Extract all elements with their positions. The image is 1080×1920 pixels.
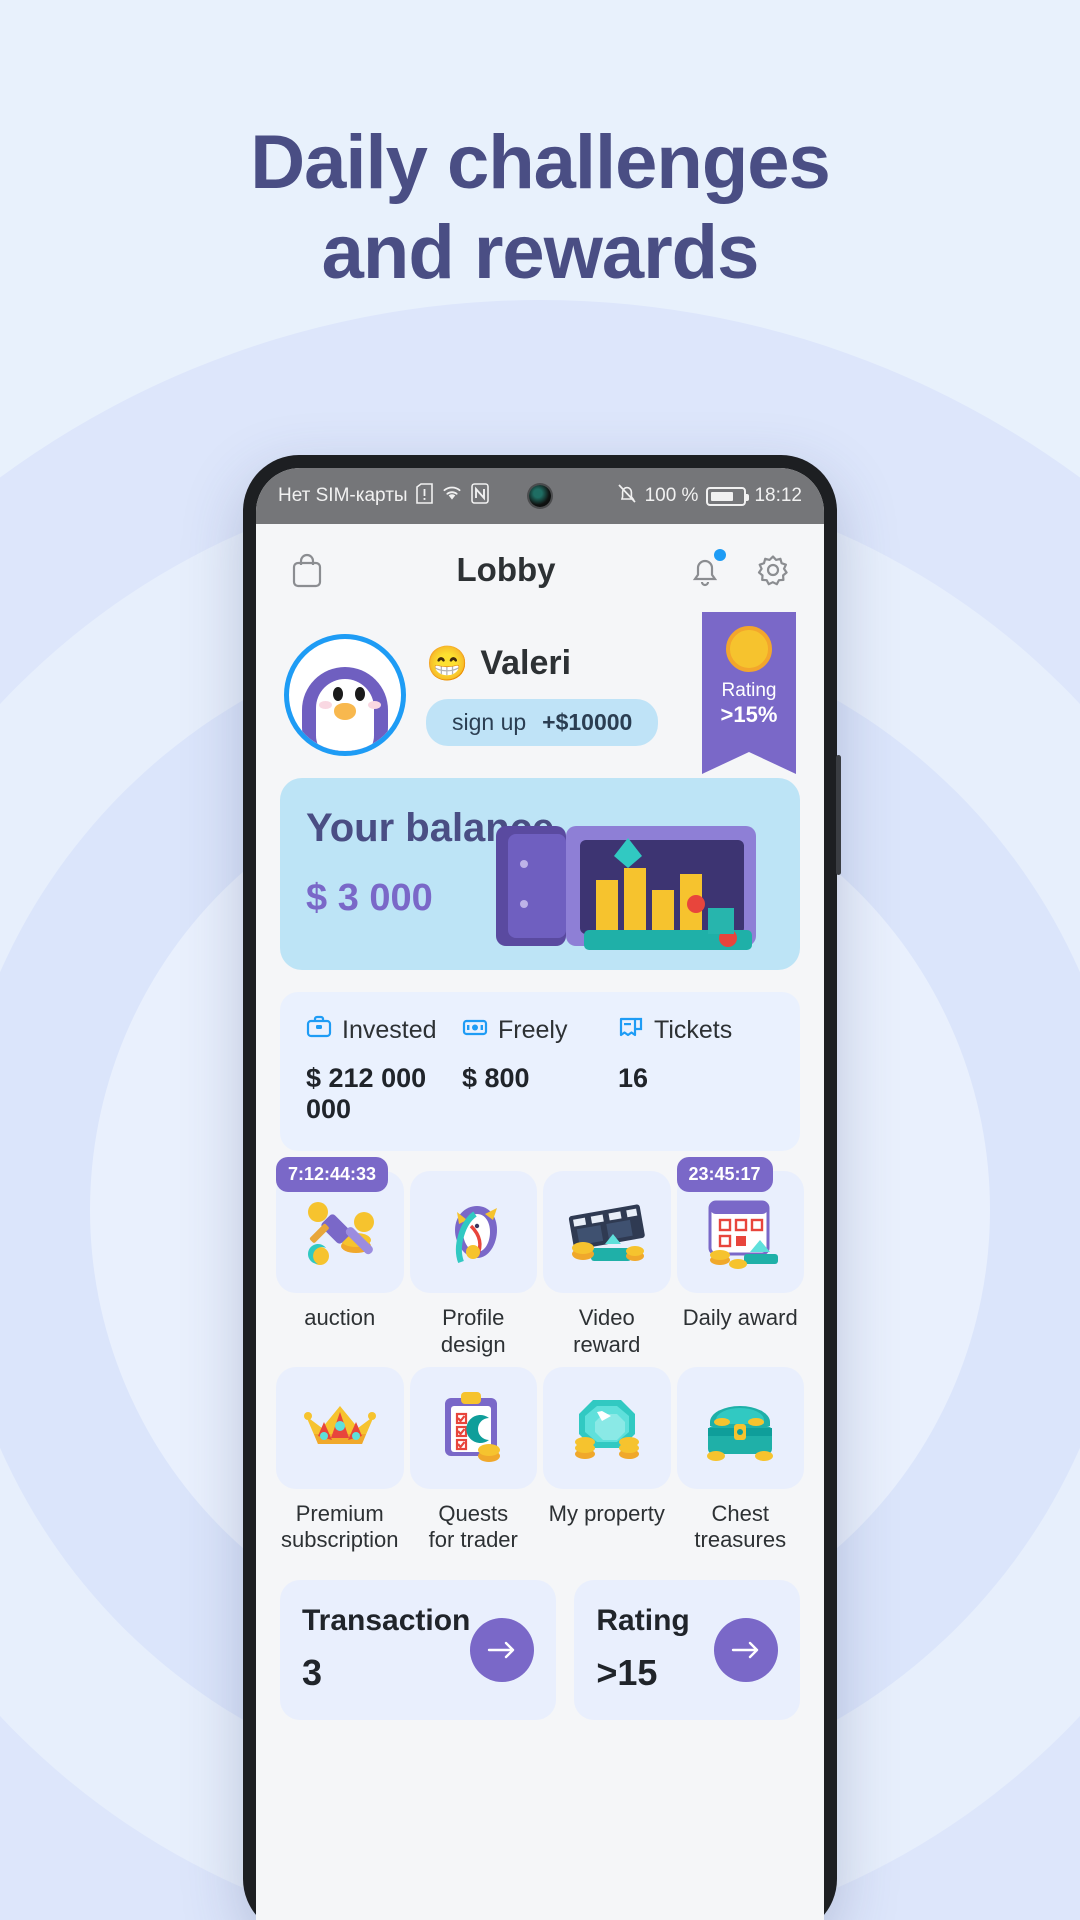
profile-name-row: 😁 Valeri — [426, 644, 682, 683]
tile-premium-subscription[interactable]: Premium subscription — [276, 1366, 404, 1555]
tile-profile-design[interactable]: Profile design — [409, 1171, 537, 1359]
promo-headline-line1: Daily challenges — [250, 120, 831, 205]
tile-label: Video reward — [573, 1305, 641, 1357]
status-bar: Нет SIM-карты 100 % 18:12 — [256, 468, 824, 524]
front-camera — [529, 485, 551, 507]
app-header-actions — [682, 547, 796, 593]
rating-badge[interactable]: Rating >15% — [702, 612, 796, 774]
stats-row: Invested $ 212 000 000 Freely $ 800 Tick… — [280, 992, 800, 1151]
transaction-card-text: Transaction 3 — [302, 1604, 470, 1694]
treasure-chest-icon — [676, 1366, 804, 1489]
stat-tickets[interactable]: Tickets 16 — [618, 1014, 774, 1125]
crown-icon — [276, 1366, 404, 1489]
rating-card-title: Rating — [596, 1604, 690, 1638]
stat-label-row: Tickets — [618, 1014, 774, 1047]
nfc-icon — [470, 482, 489, 510]
tile-chest-treasures[interactable]: Chest treasures — [676, 1366, 804, 1555]
film-money-icon — [543, 1171, 671, 1293]
penguin-brush-icon — [409, 1171, 537, 1293]
signup-label: sign up — [452, 709, 527, 735]
tile-my-property[interactable]: My property — [543, 1366, 671, 1555]
page-title: Lobby — [456, 551, 556, 588]
shopping-bag-icon[interactable] — [284, 547, 330, 593]
tile-timer: 7:12:44:33 — [276, 1157, 389, 1192]
rating-card[interactable]: Rating >15 — [574, 1580, 800, 1721]
profile-info: 😁 Valeri sign up +$10000 — [426, 644, 682, 746]
profile-name: Valeri — [480, 644, 572, 682]
promo-headline-line2: and rewards — [321, 209, 760, 295]
tile-quests-for-trader[interactable]: Quests for trader — [409, 1366, 537, 1555]
avatar-beak — [334, 703, 356, 720]
sim-alert-icon — [415, 482, 433, 510]
phone-screen: Нет SIM-карты 100 % 18:12 Lobby 😁 Valeri… — [256, 468, 824, 1920]
gear-icon[interactable] — [750, 547, 796, 593]
feature-tiles-grid: 7:12:44:33 auction Profile design Video … — [276, 1157, 804, 1555]
avatar-eye-left — [333, 687, 343, 701]
transaction-card[interactable]: Transaction 3 — [280, 1580, 557, 1721]
stat-value: 16 — [618, 1063, 649, 1093]
tile-label: Profile design — [440, 1305, 506, 1357]
signup-bonus-chip[interactable]: sign up +$10000 — [426, 699, 659, 746]
bell-icon[interactable] — [682, 547, 728, 593]
tile-label: My property — [548, 1500, 665, 1526]
stat-label: Freely — [498, 1016, 568, 1044]
phone-mockup: Нет SIM-карты 100 % 18:12 Lobby 😁 Valeri… — [243, 455, 841, 1920]
rating-card-value: >15 — [596, 1652, 658, 1694]
stat-label: Tickets — [654, 1016, 733, 1044]
ticket-icon — [618, 1014, 644, 1047]
status-bar-left: Нет SIM-карты — [278, 482, 489, 510]
summary-cards-row: Transaction 3 Rating >15 — [280, 1580, 800, 1721]
transaction-card-value: 3 — [302, 1652, 323, 1694]
battery-percent-label: 100 % — [644, 485, 699, 506]
avatar-eye-right — [355, 687, 365, 701]
stat-label-row: Invested — [306, 1014, 462, 1047]
penguin-avatar[interactable] — [284, 634, 406, 756]
tile-label: auction — [304, 1305, 376, 1330]
rating-card-text: Rating >15 — [596, 1604, 689, 1694]
app-header: Lobby — [256, 524, 824, 616]
stat-value: $ 800 — [462, 1063, 530, 1093]
stat-freely[interactable]: Freely $ 800 — [462, 1014, 618, 1125]
bell-muted-icon — [617, 483, 637, 510]
tile-auction[interactable]: 7:12:44:33 auction — [276, 1157, 404, 1359]
stat-value: $ 212 000 000 — [306, 1063, 427, 1124]
notification-dot — [714, 549, 726, 561]
tile-label: Premium subscription — [281, 1500, 399, 1553]
clipboard-icon — [409, 1366, 537, 1489]
signup-bonus-value: +$10000 — [542, 709, 633, 735]
gem-coins-icon — [543, 1366, 671, 1489]
tile-timer: 23:45:17 — [676, 1157, 773, 1192]
rating-badge-value: >15% — [720, 702, 778, 727]
stat-label-row: Freely — [462, 1014, 618, 1047]
tile-label: Daily award — [682, 1305, 798, 1330]
safe-with-money-icon — [496, 826, 756, 950]
clock-label: 18:12 — [754, 485, 802, 506]
carrier-label: Нет SIM-карты — [278, 485, 408, 506]
tile-video-reward[interactable]: Video reward — [543, 1171, 671, 1359]
status-bar-right: 100 % 18:12 — [617, 483, 802, 510]
transaction-card-title: Transaction — [302, 1604, 471, 1638]
avatar-cheek-right — [368, 701, 381, 709]
arrow-right-icon[interactable] — [714, 1618, 778, 1683]
tile-label: Quests for trader — [428, 1500, 518, 1553]
briefcase-icon — [306, 1014, 332, 1047]
tile-label: Chest treasures — [694, 1500, 787, 1553]
mood-emoji[interactable]: 😁 — [426, 647, 468, 681]
rating-badge-label: Rating — [721, 680, 777, 701]
profile-row: 😁 Valeri sign up +$10000 Rating >15% — [256, 612, 824, 774]
banknote-icon — [462, 1014, 488, 1047]
stat-label: Invested — [342, 1016, 437, 1044]
medal-icon — [726, 626, 772, 672]
balance-card[interactable]: Your balance $ 3 000 — [280, 778, 800, 970]
tile-daily-award[interactable]: 23:45:17 Daily award — [676, 1157, 804, 1359]
wifi-icon — [441, 484, 463, 508]
promo-headline: Daily challenges and rewards — [0, 118, 1080, 297]
arrow-right-icon[interactable] — [470, 1618, 535, 1683]
battery-icon — [706, 486, 750, 506]
stat-invested[interactable]: Invested $ 212 000 000 — [306, 1014, 462, 1125]
avatar-cheek-left — [319, 701, 332, 709]
